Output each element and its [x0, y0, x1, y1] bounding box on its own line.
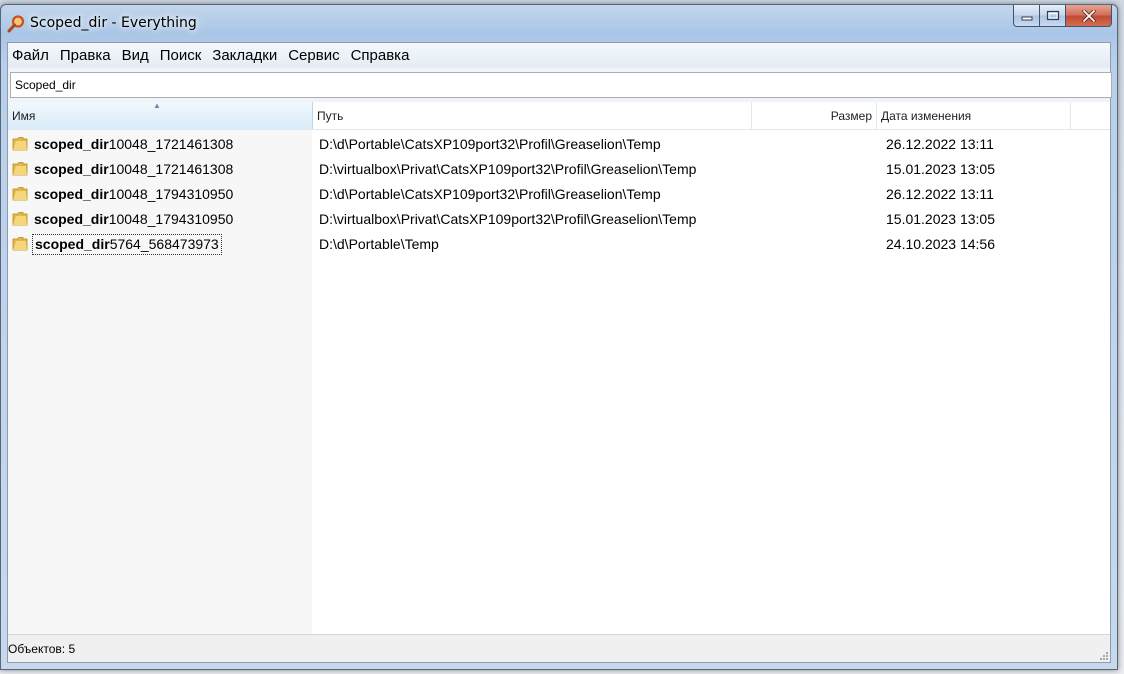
name-match: scoped_dir: [35, 236, 110, 252]
name-rest: 10048_1794310950: [108, 186, 234, 202]
menu-search[interactable]: Поиск: [156, 47, 209, 64]
menu-edit[interactable]: Правка: [56, 47, 118, 64]
name-rest: 10048_1721461308: [108, 136, 234, 152]
file-name: scoped_dir10048_1794310950: [32, 185, 235, 204]
path-cell: D:\virtualbox\Privat\CatsXP109port32\Pro…: [319, 161, 697, 177]
search-bar: [8, 68, 1112, 102]
file-name: scoped_dir10048_1794310950: [32, 210, 235, 229]
sort-ascending-icon: ▲: [153, 101, 161, 110]
minimize-button[interactable]: [1013, 5, 1040, 27]
file-name-focused: scoped_dir5764_568473973: [32, 234, 222, 255]
column-header: ▲ Имя Путь Размер Дата изменения: [8, 101, 1110, 130]
date-cell: 15.01.2023 13:05: [886, 211, 995, 227]
title-bar[interactable]: Scoped_dir - Everything: [1, 5, 1117, 41]
menu-tools[interactable]: Сервис: [284, 47, 346, 64]
table-row[interactable]: scoped_dir5764_568473973 D:\d\Portable\T…: [8, 232, 1110, 257]
column-header-size[interactable]: Размер: [752, 102, 877, 129]
caption-buttons: [1013, 5, 1112, 27]
menu-bar: Файл Правка Вид Поиск Закладки Сервис Сп…: [8, 43, 1110, 68]
menu-view[interactable]: Вид: [118, 47, 156, 64]
date-cell: 15.01.2023 13:05: [886, 161, 995, 177]
file-name: scoped_dir10048_1721461308: [32, 135, 235, 154]
maximize-button[interactable]: [1040, 5, 1066, 27]
name-match: scoped_dir: [34, 136, 109, 152]
folder-icon: [12, 137, 28, 151]
name-match: scoped_dir: [34, 186, 109, 202]
results-list: scoped_dir10048_1721461308 D:\d\Portable…: [8, 132, 1110, 257]
path-cell: D:\virtualbox\Privat\CatsXP109port32\Pro…: [319, 211, 697, 227]
folder-icon: [12, 237, 28, 251]
date-cell: 26.12.2022 13:11: [886, 136, 994, 152]
date-cell: 26.12.2022 13:11: [886, 186, 994, 202]
magnifier-icon: [7, 15, 25, 33]
window-title: Scoped_dir - Everything: [30, 15, 197, 31]
name-rest: 10048_1721461308: [108, 161, 234, 177]
column-header-path[interactable]: Путь: [313, 102, 752, 129]
table-row[interactable]: scoped_dir10048_1721461308 D:\virtualbox…: [8, 157, 1110, 182]
status-bar: Объектов: 5: [8, 634, 1110, 662]
name-cell: scoped_dir10048_1794310950: [12, 182, 310, 207]
file-name: scoped_dir10048_1721461308: [32, 160, 235, 179]
path-cell: D:\d\Portable\CatsXP109port32\Profil\Gre…: [319, 186, 661, 202]
client-area: Файл Правка Вид Поиск Закладки Сервис Сп…: [7, 42, 1112, 663]
menu-bookmarks[interactable]: Закладки: [208, 47, 284, 64]
column-header-size-label: Размер: [830, 109, 872, 123]
path-cell: D:\d\Portable\Temp: [319, 236, 439, 252]
menu-help[interactable]: Справка: [347, 47, 417, 64]
object-count: Объектов: 5: [8, 642, 76, 656]
app-window: Scoped_dir - Everything Файл Правка Вид …: [0, 4, 1118, 670]
name-match: scoped_dir: [34, 161, 109, 177]
maximize-icon: [1046, 10, 1059, 21]
column-header-name-label: Имя: [12, 109, 36, 123]
folder-icon: [12, 162, 28, 176]
column-header-date[interactable]: Дата изменения: [877, 102, 1071, 129]
close-icon: [1081, 9, 1096, 22]
name-cell: scoped_dir5764_568473973: [12, 232, 310, 257]
date-cell: 24.10.2023 14:56: [886, 236, 995, 252]
name-cell: scoped_dir10048_1721461308: [12, 132, 310, 157]
menu-file[interactable]: Файл: [8, 47, 56, 64]
folder-icon: [12, 212, 28, 226]
folder-icon: [12, 187, 28, 201]
column-header-name[interactable]: ▲ Имя: [8, 101, 313, 129]
table-row[interactable]: scoped_dir10048_1721461308 D:\d\Portable…: [8, 132, 1110, 157]
name-cell: scoped_dir10048_1721461308: [12, 157, 310, 182]
name-rest: 5764_568473973: [109, 236, 219, 252]
column-header-path-label: Путь: [317, 109, 344, 123]
name-match: scoped_dir: [34, 211, 109, 227]
name-rest: 10048_1794310950: [108, 211, 234, 227]
close-button[interactable]: [1066, 5, 1112, 27]
path-cell: D:\d\Portable\CatsXP109port32\Profil\Gre…: [319, 136, 661, 152]
name-cell: scoped_dir10048_1794310950: [12, 207, 310, 232]
search-input[interactable]: [10, 72, 1112, 98]
table-row[interactable]: scoped_dir10048_1794310950 D:\d\Portable…: [8, 182, 1110, 207]
minimize-icon: [1021, 16, 1032, 20]
resize-grip-icon[interactable]: [1097, 649, 1109, 661]
column-header-date-label: Дата изменения: [881, 109, 972, 123]
table-row[interactable]: scoped_dir10048_1794310950 D:\virtualbox…: [8, 207, 1110, 232]
